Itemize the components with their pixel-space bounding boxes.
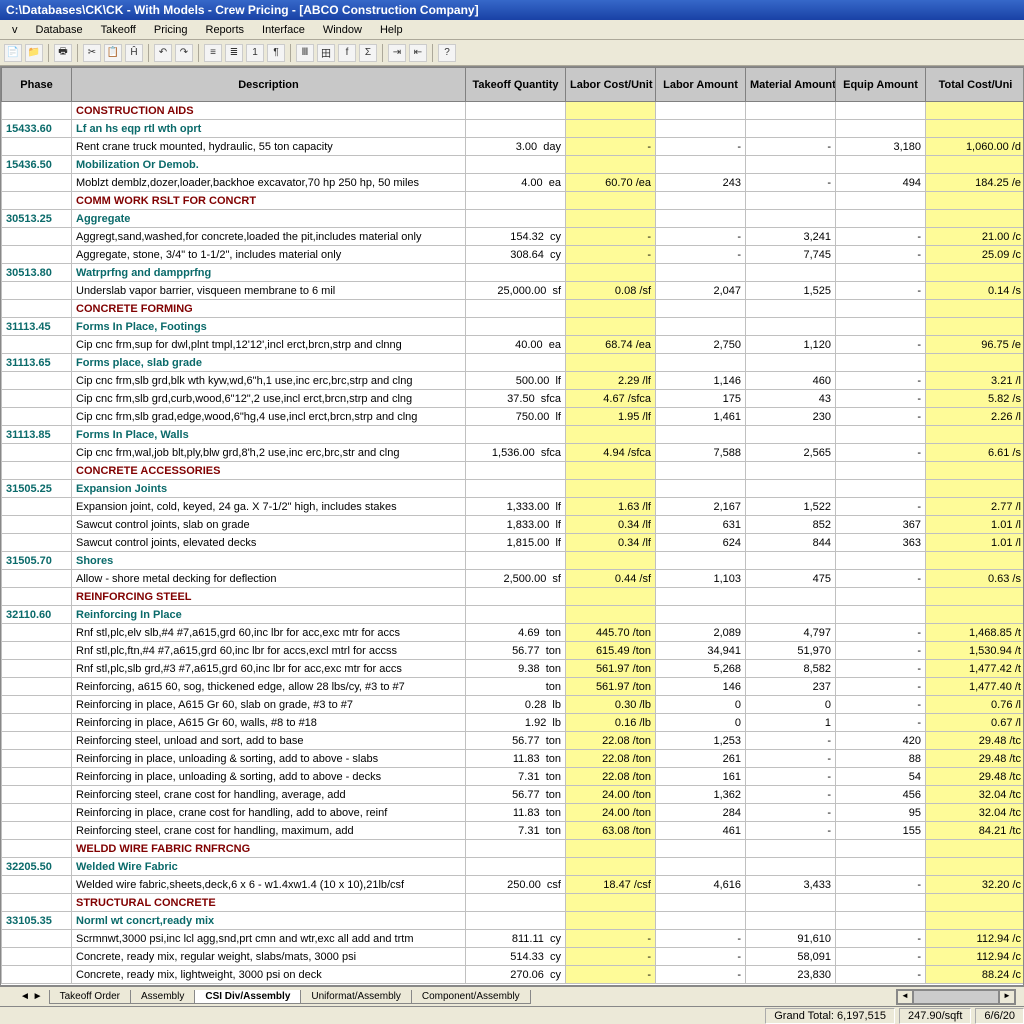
table-row[interactable]: 31505.25Expansion Joints (2, 480, 1024, 498)
tool-btn[interactable]: 田 (317, 44, 335, 62)
title-bar: C:\Databases\CK\CK - With Models - Crew … (0, 0, 1024, 20)
table-row[interactable]: Sawcut control joints, elevated decks1,8… (2, 534, 1024, 552)
menu-database[interactable]: Database (28, 22, 91, 38)
table-row[interactable]: WELDD WIRE FABRIC RNFRCNG (2, 840, 1024, 858)
menu-window[interactable]: Window (315, 22, 370, 38)
table-row[interactable]: Cip cnc frm,slb grd,blk wth kyw,wd,6"h,1… (2, 372, 1024, 390)
menu-bar: vDatabaseTakeoffPricingReportsInterfaceW… (0, 20, 1024, 40)
col-header[interactable]: Labor Amount (656, 68, 746, 102)
grand-total: Grand Total: 6,197,515 (765, 1008, 895, 1024)
table-row[interactable]: Reinforcing steel, unload and sort, add … (2, 732, 1024, 750)
tool-btn[interactable]: 📄 (4, 44, 22, 62)
toolbar: 📄 📁 🖶 ✂ 📋 Ĥ ↶ ↷ ≡ ≣ 1 ¶ Ⅲ 田 f Σ ⇥ ⇤ ? (0, 40, 1024, 66)
table-row[interactable]: 31113.65Forms place, slab grade (2, 354, 1024, 372)
table-row[interactable]: Reinforcing in place, A615 Gr 60, slab o… (2, 696, 1024, 714)
menu-v[interactable]: v (4, 22, 26, 38)
col-header[interactable]: Labor Cost/Unit (566, 68, 656, 102)
tool-btn[interactable]: f (338, 44, 356, 62)
tool-btn[interactable]: ⇤ (409, 44, 427, 62)
table-row[interactable]: Scrmnwt,3000 psi,inc lcl agg,snd,prt cmn… (2, 930, 1024, 948)
table-row[interactable]: Reinforcing steel, crane cost for handli… (2, 822, 1024, 840)
table-row[interactable]: Aggregate, stone, 3/4" to 1-1/2", includ… (2, 246, 1024, 264)
table-row[interactable]: Underslab vapor barrier, visqueen membra… (2, 282, 1024, 300)
table-row[interactable]: CONCRETE FORMING (2, 300, 1024, 318)
status-date: 6/6/20 (975, 1008, 1024, 1024)
sheet-tab[interactable]: CSI Div/Assembly (194, 990, 301, 1004)
menu-reports[interactable]: Reports (198, 22, 253, 38)
sheet-tab[interactable]: Uniformat/Assembly (300, 990, 411, 1004)
tool-btn[interactable]: ↷ (175, 44, 193, 62)
table-row[interactable]: CONSTRUCTION AIDS (2, 102, 1024, 120)
table-row[interactable]: 33105.35Norml wt concrt,ready mix (2, 912, 1024, 930)
tool-btn[interactable]: ≣ (225, 44, 243, 62)
table-row[interactable]: Welded wire fabric,sheets,deck,6 x 6 - w… (2, 876, 1024, 894)
table-row[interactable]: Concrete, ready mix, regular weight, sla… (2, 948, 1024, 966)
table-row[interactable]: Reinforcing in place, A615 Gr 60, walls,… (2, 714, 1024, 732)
col-header[interactable]: Phase (2, 68, 72, 102)
table-row[interactable]: Reinforcing steel, crane cost for handli… (2, 786, 1024, 804)
col-header[interactable]: Description (72, 68, 466, 102)
status-bar: Grand Total: 6,197,515 247.90/sqft 6/6/2… (0, 1006, 1024, 1024)
menu-interface[interactable]: Interface (254, 22, 313, 38)
tool-btn[interactable]: ⇥ (388, 44, 406, 62)
print-icon[interactable]: 🖶 (54, 44, 72, 62)
sheet-tab[interactable]: Component/Assembly (411, 990, 531, 1004)
tool-btn[interactable]: ≡ (204, 44, 222, 62)
tool-btn[interactable]: 1 (246, 44, 264, 62)
tool-btn[interactable]: ↶ (154, 44, 172, 62)
table-row[interactable]: Cip cnc frm,slb grd,curb,wood,6"12",2 us… (2, 390, 1024, 408)
tool-btn[interactable]: ✂ (83, 44, 101, 62)
col-header[interactable]: Equip Amount (836, 68, 926, 102)
menu-help[interactable]: Help (372, 22, 411, 38)
table-row[interactable]: 30513.80Watrprfng and dampprfng (2, 264, 1024, 282)
table-row[interactable]: Cip cnc frm,slb grad,edge,wood,6"hg,4 us… (2, 408, 1024, 426)
table-row[interactable]: Moblzt demblz,dozer,loader,backhoe excav… (2, 174, 1024, 192)
table-row[interactable]: CONCRETE ACCESSORIES (2, 462, 1024, 480)
menu-pricing[interactable]: Pricing (146, 22, 196, 38)
table-row[interactable]: Sawcut control joints, slab on grade1,83… (2, 516, 1024, 534)
tool-btn[interactable]: Ĥ (125, 44, 143, 62)
tool-btn[interactable]: 📁 (25, 44, 43, 62)
table-row[interactable]: COMM WORK RSLT FOR CONCRT (2, 192, 1024, 210)
table-row[interactable]: Aggregt,sand,washed,for concrete,loaded … (2, 228, 1024, 246)
table-row[interactable]: Reinforcing in place, unloading & sortin… (2, 750, 1024, 768)
tool-btn[interactable]: ¶ (267, 44, 285, 62)
sheet-tab[interactable]: Takeoff Order (49, 990, 131, 1004)
col-header[interactable]: Total Cost/Uni (926, 68, 1024, 102)
table-row[interactable]: 31505.70Shores (2, 552, 1024, 570)
table-row[interactable]: REINFORCING STEEL (2, 588, 1024, 606)
table-row[interactable]: Reinforcing in place, unloading & sortin… (2, 768, 1024, 786)
table-row[interactable]: 30513.25Aggregate (2, 210, 1024, 228)
table-row[interactable]: Rnf stl,plc,elv slb,#4 #7,a615,grd 60,in… (2, 624, 1024, 642)
table-row[interactable]: Expansion joint, cold, keyed, 24 ga. X 7… (2, 498, 1024, 516)
table-row[interactable]: 15433.60Lf an hs eqp rtl wth oprt (2, 120, 1024, 138)
help-icon[interactable]: ? (438, 44, 456, 62)
tool-btn[interactable]: Ⅲ (296, 44, 314, 62)
table-row[interactable]: 32110.60Reinforcing In Place (2, 606, 1024, 624)
table-row[interactable]: Rent crane truck mounted, hydraulic, 55 … (2, 138, 1024, 156)
table-row[interactable]: 31113.45Forms In Place, Footings (2, 318, 1024, 336)
status-rate: 247.90/sqft (899, 1008, 971, 1024)
table-row[interactable]: Allow - shore metal decking for deflecti… (2, 570, 1024, 588)
table-row[interactable]: Cip cnc frm,wal,job blt,ply,blw grd,8'h,… (2, 444, 1024, 462)
spreadsheet-grid[interactable]: PhaseDescriptionTakeoff QuantityLabor Co… (0, 66, 1024, 986)
col-header[interactable]: Takeoff Quantity (466, 68, 566, 102)
table-row[interactable]: 32205.50Welded Wire Fabric (2, 858, 1024, 876)
table-row[interactable]: Reinforcing, a615 60, sog, thickened edg… (2, 678, 1024, 696)
table-row[interactable]: 15436.50Mobilization Or Demob. (2, 156, 1024, 174)
table-row[interactable]: Rnf stl,plc,ftn,#4 #7,a615,grd 60,inc lb… (2, 642, 1024, 660)
table-row[interactable]: Concrete, ready mix, lightweight, 3000 p… (2, 966, 1024, 984)
table-row[interactable]: Rnf stl,plc,slb grd,#3 #7,a615,grd 60,in… (2, 660, 1024, 678)
table-row[interactable]: Reinforcing in place, crane cost for han… (2, 804, 1024, 822)
tool-btn[interactable]: Σ (359, 44, 377, 62)
tool-btn[interactable]: 📋 (104, 44, 122, 62)
col-header[interactable]: Material Amount (746, 68, 836, 102)
menu-takeoff[interactable]: Takeoff (93, 22, 144, 38)
sheet-tab[interactable]: Assembly (130, 990, 195, 1004)
table-row[interactable]: 31113.85Forms In Place, Walls (2, 426, 1024, 444)
table-row[interactable]: STRUCTURAL CONCRETE (2, 894, 1024, 912)
sheet-tabs: ◄ ► Takeoff OrderAssemblyCSI Div/Assembl… (0, 986, 1024, 1006)
table-row[interactable]: Cip cnc frm,sup for dwl,plnt tmpl,12'12'… (2, 336, 1024, 354)
horizontal-scrollbar[interactable]: ◄► (896, 989, 1016, 1005)
